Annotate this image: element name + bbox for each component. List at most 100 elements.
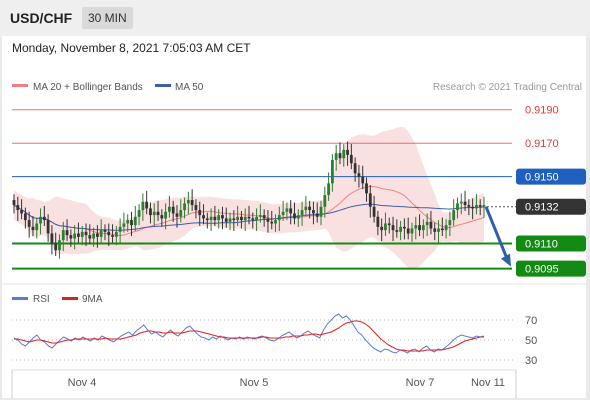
candle-body — [444, 225, 448, 231]
candle-body — [357, 173, 361, 177]
current-price: 0.9132 — [487, 198, 586, 215]
candle-body — [342, 149, 346, 159]
rsi-tick-label: 30 — [525, 355, 537, 367]
candle-body — [27, 220, 31, 227]
candle-body — [475, 205, 478, 209]
candle-body — [111, 235, 114, 237]
rsi-tick-label: 50 — [525, 335, 537, 347]
level-label-resistance: 0.9190 — [525, 105, 559, 117]
x-axis: Nov 4 Nov 5 Nov 7 Nov 11 — [68, 377, 505, 389]
candle-body — [54, 243, 58, 251]
candle-body — [448, 220, 452, 226]
candle-body — [281, 211, 285, 216]
candle-body — [84, 231, 88, 236]
candle-body — [368, 193, 372, 207]
candle-body — [77, 233, 80, 237]
candle-body — [277, 215, 281, 221]
candle-body — [156, 211, 160, 216]
candle-body — [103, 230, 107, 232]
candle-body — [361, 176, 365, 184]
candle-body — [217, 215, 221, 221]
forecast-arrow-shaft — [484, 206, 509, 260]
candle-body — [289, 208, 293, 214]
candle-body — [270, 221, 274, 224]
candle-body — [319, 206, 323, 217]
candle-body — [46, 220, 50, 234]
candle-body — [186, 200, 190, 204]
candle-body — [296, 215, 300, 219]
candle-body — [130, 220, 133, 226]
rsi-panel: 70 50 30 — [12, 313, 537, 367]
candle-body — [205, 218, 209, 221]
candle-body — [73, 233, 77, 239]
candle-body — [293, 213, 296, 219]
candle-body — [194, 205, 198, 211]
x-tick-label: Nov 11 — [471, 377, 505, 389]
candle-body — [452, 210, 456, 221]
candle-body — [35, 223, 39, 231]
candle-body — [107, 231, 111, 236]
level-label-support: 0.9095 — [525, 264, 559, 276]
candle-body — [213, 216, 217, 221]
candle-body — [346, 149, 349, 155]
candle-body — [31, 226, 35, 231]
price-chart: MA 20 + Bollinger Bands MA 50 Research ©… — [2, 82, 586, 398]
candle-body — [198, 210, 202, 216]
candle-body — [99, 230, 103, 237]
candle-body — [145, 201, 149, 209]
candle-body — [418, 225, 421, 231]
candle-body — [387, 223, 391, 226]
legend-swatch-9ma — [62, 297, 78, 300]
candle-body — [160, 215, 164, 219]
candle-body — [209, 216, 213, 221]
candle-body — [353, 163, 357, 174]
candle-body — [58, 240, 61, 251]
candle-body — [384, 223, 387, 231]
candle-body — [126, 220, 130, 224]
candle-body — [236, 216, 240, 221]
level-label-pivot: 0.9150 — [525, 172, 559, 184]
candle-body — [330, 159, 334, 184]
candle-body — [221, 215, 224, 219]
candle-body — [20, 210, 23, 214]
candle-body — [69, 235, 73, 239]
candle-body — [16, 205, 20, 211]
candle-body — [95, 233, 99, 237]
candle-body — [88, 235, 92, 239]
candle-body — [372, 206, 376, 217]
candle-body — [243, 216, 247, 221]
candle-body — [467, 205, 471, 207]
candle-body — [403, 226, 406, 229]
candle-body — [152, 211, 156, 216]
candle-body — [312, 210, 315, 214]
candle-body — [179, 210, 183, 217]
candle-body — [376, 216, 380, 227]
candle-body — [365, 183, 368, 194]
rsi-ma-line — [14, 320, 484, 352]
copyright-text: Research © 2021 Trading Central — [433, 82, 582, 93]
candle-body — [232, 218, 236, 221]
candle-body — [380, 226, 384, 231]
candle-body — [92, 233, 95, 239]
candle-body — [266, 218, 270, 222]
candle-body — [327, 183, 330, 196]
candle-body — [258, 215, 262, 217]
candle-body — [262, 215, 266, 219]
candle-body — [304, 206, 308, 211]
rsi-tick-label: 70 — [525, 315, 537, 327]
candle-body — [65, 230, 69, 236]
candle-body — [410, 228, 414, 234]
candle-body — [437, 228, 440, 232]
candle-body — [440, 228, 444, 231]
candle-body — [478, 205, 482, 207]
bollinger-bands — [14, 127, 484, 269]
candle-body — [429, 221, 433, 229]
candle-body — [395, 230, 399, 232]
candle-body — [224, 218, 228, 222]
candle-body — [149, 208, 152, 216]
candle-body — [137, 210, 141, 217]
x-tick-label: Nov 7 — [406, 377, 435, 389]
level-label-support: 0.9110 — [525, 239, 558, 251]
legend-ma20-label: MA 20 + Bollinger Bands — [33, 82, 143, 93]
candle-body — [164, 211, 168, 219]
